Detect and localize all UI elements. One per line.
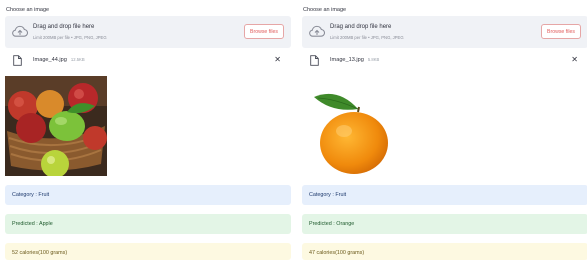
file-name: Image_13.jpg 5.8KB [330,57,380,63]
browse-files-button[interactable]: Browse files [244,24,284,39]
calories-alert: 52 calories(100 grams) [5,243,291,260]
file-dropzone[interactable]: Drag and drop file here Limit 200MB per … [302,16,587,48]
remove-file-icon[interactable]: ✕ [571,55,578,64]
remove-file-icon[interactable]: ✕ [274,55,281,64]
cloud-upload-icon [309,25,325,37]
dropzone-subtitle: Limit 200MB per file • JPG, PNG, JPEG [330,35,404,40]
uploader-panel-right: Choose an image Drag and drop file here … [302,0,587,260]
uploaded-file-row: Image_44.jpg 12.5KB ✕ [5,54,291,68]
file-icon [13,55,22,66]
prediction-alert: Predicted : Apple [5,214,291,234]
uploaded-image-orange [312,83,390,177]
choose-image-label: Choose an image [303,7,347,13]
prediction-alert: Predicted : Orange [302,214,587,234]
file-name: Image_44.jpg 12.5KB [33,57,85,63]
calories-alert: 47 calories(100 grams) [302,243,587,260]
uploaded-image-apples [5,76,107,176]
cloud-upload-icon [12,25,28,37]
category-alert: Category : Fruit [5,185,291,205]
category-alert: Category : Fruit [302,185,587,205]
file-size: 12.5KB [70,57,85,62]
file-size: 5.8KB [367,57,380,62]
browse-files-button[interactable]: Browse files [541,24,581,39]
uploaded-file-row: Image_13.jpg 5.8KB ✕ [302,54,587,68]
file-dropzone[interactable]: Drag and drop file here Limit 200MB per … [5,16,291,48]
dropzone-title: Drag and drop file here [33,24,95,30]
file-icon [310,55,319,66]
uploader-panel-left: Choose an image Drag and drop file here … [5,0,293,260]
dropzone-title: Drag and drop file here [330,24,392,30]
dropzone-subtitle: Limit 200MB per file • JPG, PNG, JPEG [33,35,107,40]
choose-image-label: Choose an image [6,7,50,13]
